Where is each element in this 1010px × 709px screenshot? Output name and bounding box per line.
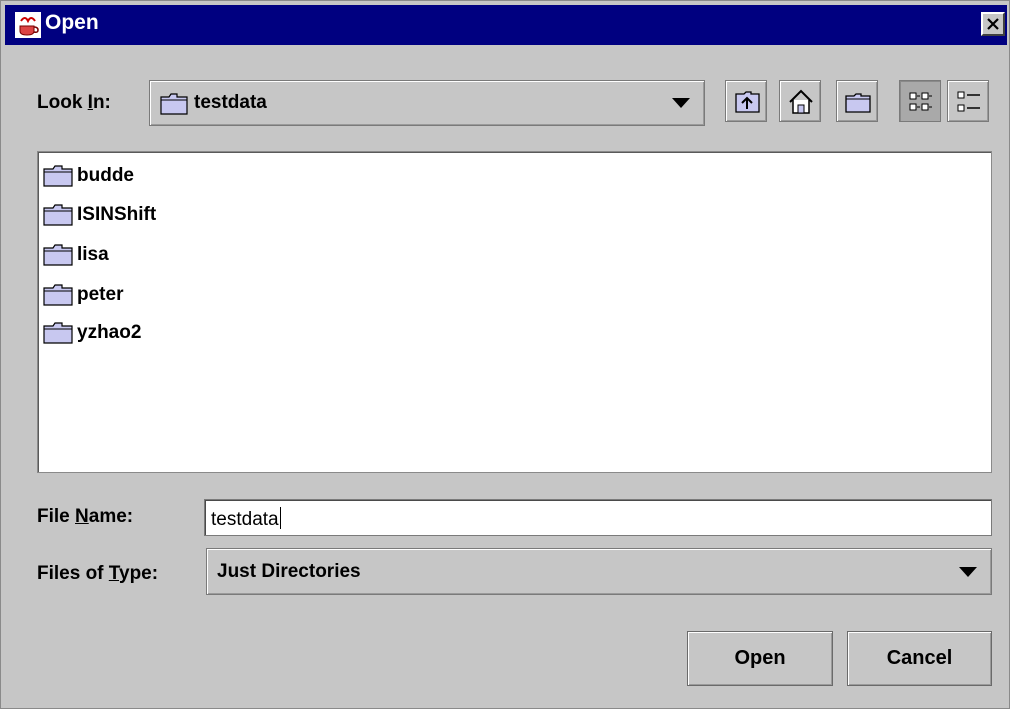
file-name: peter <box>77 284 124 305</box>
file-name-input[interactable]: testdata <box>204 499 992 536</box>
folder-icon <box>43 165 73 187</box>
open-button[interactable]: Open <box>687 631 833 686</box>
list-view-icon <box>909 92 932 111</box>
folder-icon <box>43 322 73 344</box>
list-item[interactable]: peter <box>43 280 123 310</box>
cancel-button[interactable]: Cancel <box>847 631 992 686</box>
look-in-value: testdata <box>194 92 267 113</box>
list-item[interactable]: budde <box>43 161 134 191</box>
list-item[interactable]: ISINShift <box>43 200 156 230</box>
list-item[interactable]: yzhao2 <box>43 318 141 348</box>
files-of-type-value: Just Directories <box>217 560 361 582</box>
title-bar[interactable]: Open <box>5 5 1007 45</box>
file-list[interactable]: budde ISINShift lisa peter yzhao2 <box>37 151 992 473</box>
files-of-type-combo[interactable]: Just Directories <box>206 548 992 595</box>
home-button[interactable] <box>779 80 821 122</box>
file-name: yzhao2 <box>77 322 142 343</box>
text-caret <box>279 507 281 529</box>
file-name-value: testdata <box>211 509 279 530</box>
close-icon <box>987 18 999 30</box>
folder-up-icon <box>735 91 760 113</box>
list-item[interactable]: lisa <box>43 240 109 270</box>
file-name: budde <box>77 165 134 186</box>
home-icon <box>789 89 813 114</box>
file-name-label: File Name: <box>37 506 134 527</box>
close-button[interactable] <box>981 12 1005 36</box>
chevron-down-icon <box>672 98 690 108</box>
files-of-type-label: Files of Type: <box>37 563 159 584</box>
details-view-button[interactable] <box>947 80 989 122</box>
java-cup-icon <box>15 12 41 38</box>
window-title: Open <box>45 11 99 34</box>
chevron-down-icon <box>959 566 977 577</box>
file-name: lisa <box>77 244 109 265</box>
open-dialog: Open Look In: testdata budde ISINShift l… <box>0 0 1010 709</box>
up-one-level-button[interactable] <box>725 80 767 122</box>
list-view-button[interactable] <box>899 80 941 122</box>
folder-icon <box>43 204 73 226</box>
details-view-icon <box>957 91 980 112</box>
folder-icon <box>160 93 188 115</box>
folder-icon <box>43 244 73 266</box>
new-folder-button[interactable] <box>836 80 878 122</box>
folder-icon <box>43 284 73 306</box>
look-in-label: Look In: <box>37 92 111 113</box>
look-in-combo[interactable]: testdata <box>149 80 705 126</box>
file-name: ISINShift <box>77 204 157 225</box>
new-folder-icon <box>845 93 871 113</box>
